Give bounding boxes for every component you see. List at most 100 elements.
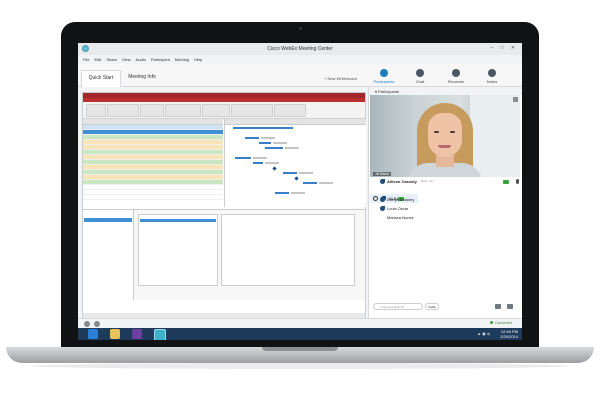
active-speaker-video[interactable]: Jill Baker [370,95,520,177]
ribbon-group [165,104,201,117]
windows-taskbar: ▲ ◼ ◂) 12:46 PM 2/20/2014 [78,328,522,340]
window-title: Cisco WebEx Meeting Center [267,46,333,52]
video-person-mouth [438,145,451,148]
participant-name: Marissa Nunez [387,215,414,220]
clock-date: 2/20/2014 [500,334,518,339]
window-controls[interactable]: – □ ✕ [490,45,518,51]
video-expand-icon[interactable] [513,97,518,102]
shared-app-ribbon [83,102,365,119]
recorder-panel-button[interactable]: Recorder [442,69,470,84]
gantt-bar-label [299,172,313,174]
gantt-bar [253,162,263,164]
webcam-icon [299,27,302,30]
participants-panel: ▾ Participants Jill Baker Allison Cassid… [368,87,522,318]
resource-list-selected[interactable] [84,218,132,222]
participants-header[interactable]: ▾ Participants [369,87,522,95]
ribbon-group [140,104,164,117]
video-person-eye [434,131,439,133]
shared-application-view[interactable] [82,92,366,320]
gantt-bar [259,142,271,144]
screen: Cisco WebEx Meeting Center – □ ✕ File Edi… [78,43,522,340]
resource-selected-row [140,219,216,222]
gantt-milestone [272,166,277,171]
video-toggle-icon[interactable] [94,321,100,327]
ribbon-group [231,104,273,117]
gantt-milestone [294,176,299,181]
gantt-bar [303,182,317,184]
internet-explorer-icon[interactable] [88,329,98,339]
visual-studio-icon[interactable] [132,329,142,339]
menu-meeting[interactable]: Meeting [175,57,189,62]
participant-view-icon[interactable] [495,304,501,309]
gantt-bar [283,172,297,174]
tab-meeting-info[interactable]: Meeting Info [122,70,162,86]
ribbon-group [274,104,306,117]
tab-quick-start[interactable]: Quick Start [81,70,121,87]
menu-help[interactable]: Help [194,57,202,62]
ribbon-group [86,104,106,117]
menu-file[interactable]: File [83,57,89,62]
video-name-label: Jill Baker [373,172,392,176]
participant-name: Donya Delaney [387,197,415,202]
gantt-bar-label [319,182,333,184]
gantt-bar [245,137,259,139]
task-grid[interactable] [83,119,223,207]
video-person-face [428,113,462,157]
chat-icon [416,69,424,77]
laptop-notch [262,347,338,351]
menu-view[interactable]: View [122,57,131,62]
notes-panel-button[interactable]: Notes [478,69,506,84]
laptop-shadow [30,363,570,369]
tab-bar: Quick Start Meeting Info + New Whiteboar… [78,64,522,87]
resource-details[interactable] [221,214,355,286]
gantt-bar-label [291,192,305,194]
webex-taskbar-icon[interactable] [154,329,166,340]
menu-edit[interactable]: Edit [94,57,101,62]
resource-panel [83,209,365,300]
participants-footer: Invite and Remind Invite [373,303,519,312]
phone-icon [380,179,385,184]
participants-panel-button[interactable]: Participants [370,69,398,84]
menu-bar: File Edit Share View Audio Participant Meeting… [78,55,522,64]
resource-assignments[interactable] [138,214,218,286]
gantt-chart[interactable] [224,119,366,207]
notes-icon [488,69,496,77]
gantt-bar-label [253,157,267,159]
gantt-bar-label [265,162,279,164]
participant-name: Louis Oscar [387,206,409,211]
participant-list: Allison Cassidy Host, me Jill Baker Dony… [369,177,522,222]
menu-participant[interactable]: Participant [151,57,170,62]
resource-list[interactable] [83,210,134,300]
video-background [470,95,520,177]
phone-icon [380,206,385,211]
invite-and-remind-field[interactable]: Invite and Remind [373,303,423,310]
new-whiteboard-button[interactable]: + New Whiteboard [324,76,357,81]
participant-row[interactable]: Louis Oscar [369,204,522,213]
microphone-icon[interactable] [516,179,519,184]
menu-share[interactable]: Share [106,57,117,62]
camera-icon [503,180,509,184]
task-row [83,195,223,200]
ribbon-group [107,104,139,117]
participant-name: Allison Cassidy [387,179,417,184]
gantt-bar [265,147,283,149]
invite-button[interactable]: Invite [425,303,439,310]
chat-panel-button[interactable]: Chat [406,69,434,84]
gantt-bar-label [273,142,287,144]
mute-icon[interactable] [84,321,90,327]
window-titlebar: Cisco WebEx Meeting Center – □ ✕ [78,43,522,55]
gantt-bar-label [261,137,275,139]
phone-icon [380,197,385,202]
file-explorer-icon[interactable] [110,329,120,339]
menu-audio[interactable]: Audio [136,57,146,62]
recorder-icon [452,69,460,77]
participant-row[interactable]: Donya Delaney [369,195,522,204]
ribbon-group [202,104,230,117]
participant-row[interactable]: Marissa Nunez [369,213,522,222]
participant-options-icon[interactable] [507,304,513,309]
participant-row[interactable]: Allison Cassidy Host, me [369,177,522,186]
system-tray[interactable]: ▲ ◼ ◂) [477,331,490,336]
video-person-eye [450,131,455,133]
taskbar-clock[interactable]: 12:46 PM 2/20/2014 [500,329,518,339]
connection-status: Connected [490,321,512,325]
